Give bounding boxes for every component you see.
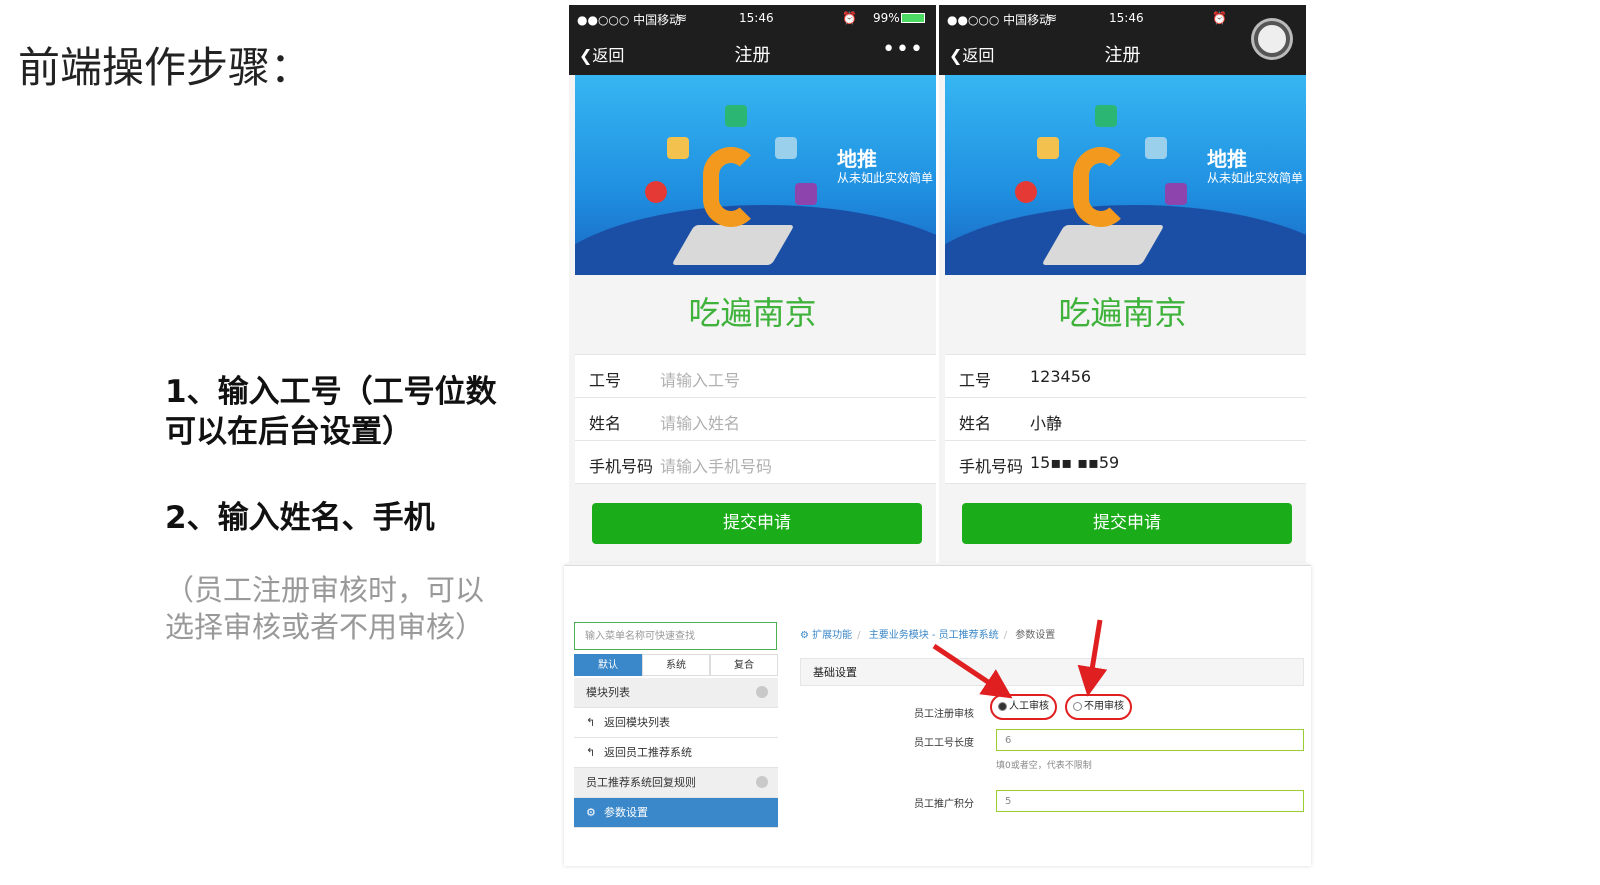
admin-settings-panel: 输入菜单名称可快速查找 默认 系统 复合 模块列表 ↰ 返回模块列表 ↰ 返回员工推… [564,565,1311,866]
arrow-to-none [1077,619,1108,697]
points-label: 员工推广积分 [914,799,974,810]
menu-group-reply-rules[interactable]: 员工推荐系统回复规则 [574,768,778,798]
id-length-input[interactable]: 6 [996,729,1304,751]
clock: 15:46 [739,11,774,25]
review-label: 员工注册审核 [914,709,974,720]
alarm-icon: ⏰ [1212,11,1227,25]
brand-logo-icon [703,147,759,227]
employee-id-label: 工号 [589,371,622,390]
banner-subline: 从未如此实效简单 [837,171,934,185]
brand-name: 吃遍南京 [1058,294,1187,332]
employee-id-row[interactable]: 工号 123456 [945,354,1306,397]
wifi-icon: ≋ [1047,11,1058,25]
name-input[interactable]: 小静 [1030,410,1062,434]
more-icon[interactable]: ••• [882,37,924,62]
annotation-arrows [932,619,1108,699]
nav-bar: ❮返回 注册 ••• [569,31,936,75]
menu-label: 员工推荐系统回复规则 [586,776,696,789]
phone-label: 手机号码 [959,457,1024,476]
promo-banner: 地推 从未如此实效简单 [575,75,936,275]
phone-input[interactable]: 请输入手机号码 [660,453,772,477]
brand-name: 吃遍南京 [688,294,817,332]
phone-label: 手机号码 [589,457,654,476]
sidebar-menu: 模块列表 ↰ 返回模块列表 ↰ 返回员工推荐系统 员工推荐系统回复规则 ⚙ 参数设置 [574,678,778,828]
banner-subline: 从未如此实效简单 [1207,171,1304,185]
banner-headline: 地推 [837,147,877,171]
battery-icon [901,13,925,23]
menu-group-module-list[interactable]: 模块列表 [574,678,778,708]
back-arrow-icon: ↰ [586,746,596,759]
gear-icon: ⚙ [586,806,596,819]
clock: 15:46 [1109,11,1144,25]
megaphone-icon [667,137,689,159]
slide-title: 前端操作步骤： [18,43,313,92]
monitor-icon [1145,137,1167,159]
menu-item-back-referral[interactable]: ↰ 返回员工推荐系统 [574,738,778,768]
status-bar: ●●○○○ 中国移动 ≋ 15:46 ⏰ 99% [569,5,936,31]
status-bar: ●●○○○ 中国移动 ≋ 15:46 ⏰ [939,5,1306,31]
employee-id-row[interactable]: 工号 请输入工号 [575,354,936,397]
points-input[interactable]: 5 [996,790,1304,812]
settings-icon: ⚙ [800,630,813,641]
phone-screen-filled: ●●○○○ 中国移动 ≋ 15:46 ⏰ ❮返回 注册 地推 从未如此实效简单 … [939,5,1306,563]
promo-banner: 地推 从未如此实效简单 [945,75,1306,275]
employee-id-label: 工号 [959,371,992,390]
target-icon [645,181,667,203]
tab-system[interactable]: 系统 [642,654,710,676]
tab-composite[interactable]: 复合 [710,654,778,676]
carrier: ●●○○○ 中国移动 [577,13,682,27]
back-arrow-icon: ↰ [586,716,596,729]
id-length-hint: 填0或者空，代表不限制 [996,761,1092,771]
phone-row[interactable]: 手机号码 15▪▪ ▪▪59 [945,440,1306,484]
menu-label: 返回模块列表 [604,716,670,729]
assistive-touch-icon[interactable] [1254,21,1290,57]
register-form: 工号 请输入工号 姓名 请输入姓名 手机号码 请输入手机号码 [575,354,936,484]
menu-search-input[interactable]: 输入菜单名称可快速查找 [574,622,777,650]
monitor-icon [775,137,797,159]
menu-label: 模块列表 [586,686,630,699]
page-title: 注册 [1104,45,1141,66]
page-title: 注册 [734,45,771,66]
phone-icon [725,105,747,127]
target-icon [1015,181,1037,203]
menu-item-params[interactable]: ⚙ 参数设置 [574,798,778,828]
phone-input[interactable]: 15▪▪ ▪▪59 [1030,453,1119,472]
name-label: 姓名 [959,414,992,433]
employee-id-input[interactable]: 123456 [1030,367,1091,386]
alarm-icon: ⏰ [842,11,857,25]
submit-button[interactable]: 提交申请 [592,503,922,544]
name-input[interactable]: 请输入姓名 [660,410,740,434]
menu-label: 返回员工推荐系统 [604,746,692,759]
collapse-icon[interactable] [756,776,768,788]
phone-icon [1095,105,1117,127]
submit-button[interactable]: 提交申请 [962,503,1292,544]
step-2-text: 2、输入姓名、手机 [165,500,435,536]
id-length-label: 员工工号长度 [914,738,974,749]
collapse-icon[interactable] [756,686,768,698]
battery-percent: 99% [873,11,900,25]
arrow-to-manual [932,643,1013,699]
tab-default[interactable]: 默认 [574,654,642,676]
register-form: 工号 123456 姓名 小静 手机号码 15▪▪ ▪▪59 [945,354,1306,484]
chart-icon [1165,183,1187,205]
name-row[interactable]: 姓名 小静 [945,397,1306,440]
megaphone-icon [1037,137,1059,159]
phone-row[interactable]: 手机号码 请输入手机号码 [575,440,936,484]
name-row[interactable]: 姓名 请输入姓名 [575,397,936,440]
wifi-icon: ≋ [677,11,688,25]
nav-bar: ❮返回 注册 [939,21,1306,75]
step-1-text: 1、输入工号（工号位数可以在后台设置） [165,374,497,450]
phone-screen-empty: ●●○○○ 中国移动 ≋ 15:46 ⏰ 99% ❮返回 注册 ••• 地推 从… [569,5,936,563]
carrier: ●●○○○ 中国移动 [947,13,1052,27]
chart-icon [795,183,817,205]
employee-id-input[interactable]: 请输入工号 [660,367,740,391]
name-label: 姓名 [589,414,622,433]
review-note: （员工注册审核时，可以选择审核或者不用审核） [165,573,485,644]
menu-item-back-modules[interactable]: ↰ 返回模块列表 [574,708,778,738]
brand-logo-icon [1073,147,1129,227]
banner-headline: 地推 [1207,147,1247,171]
menu-label: 参数设置 [604,806,648,819]
breadcrumb-item[interactable]: 扩展功能 [812,630,852,641]
menu-tabs: 默认 系统 复合 [574,654,778,676]
